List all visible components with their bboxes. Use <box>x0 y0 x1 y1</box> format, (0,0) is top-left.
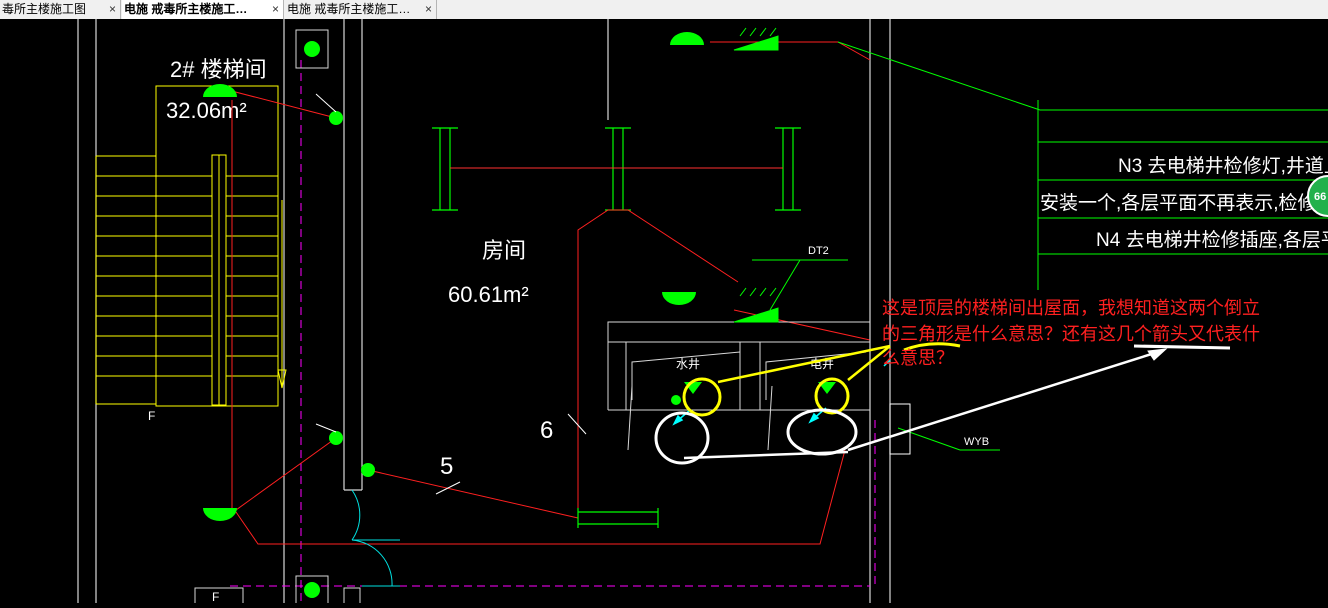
tab-floor-plan[interactable]: 毒所主楼施工图 × <box>0 0 121 19</box>
ceiling-light-icon <box>670 32 704 45</box>
tab-label: 电施 戒毒所主楼施工… <box>287 2 411 16</box>
mark-f2: F <box>212 590 219 603</box>
switch-icon <box>361 463 375 477</box>
lamp-icon <box>304 41 320 57</box>
cad-drawing-canvas[interactable]: 2# 楼梯间 32.06m² F 房间 60.61m² N3 去电梯井检修灯,井… <box>0 19 1328 607</box>
stair-label: 2# 楼梯间 <box>170 57 267 82</box>
wire-count-6: 6 <box>540 417 553 444</box>
room-label: 房间 <box>482 238 526 263</box>
tab-label: 毒所主楼施工图 <box>2 2 87 16</box>
water-shaft-label: 水井 <box>676 357 700 371</box>
question-annotation: 这是顶层的楼梯间出屋面，我想知道这两个倒立 的三角形是什么意思？还有这几个箭头又… <box>882 298 1260 368</box>
wire-tick <box>435 481 461 495</box>
stair-area: 32.06m² <box>166 98 247 123</box>
stair-treads <box>96 175 278 377</box>
note-n4: N4 去电梯井检修插座,各层平面不 <box>1096 229 1328 251</box>
wyb-label: WYB <box>964 436 989 448</box>
hatch-symbols <box>733 35 779 323</box>
close-icon[interactable]: × <box>425 0 432 18</box>
ceiling-light-icon <box>662 292 696 305</box>
highlight-circle <box>786 408 858 456</box>
document-tab-bar: 毒所主楼施工图 × 电施 戒毒所主楼施工… × 电施 戒毒所主楼施工… × <box>0 0 1328 20</box>
switch-icon <box>671 395 681 405</box>
mark-f1: F <box>148 409 155 423</box>
close-icon[interactable]: × <box>109 0 116 18</box>
ceiling-light-icon <box>203 508 237 521</box>
question-line-1: 这是顶层的楼梯间出屋面，我想知道这两个倒立 <box>882 298 1260 318</box>
badge-value: 66 <box>1314 191 1326 203</box>
dt2-label: DT2 <box>808 245 829 257</box>
door-swings <box>351 489 400 587</box>
close-icon[interactable]: × <box>272 0 279 18</box>
note-n3-line1: N3 去电梯井检修灯,井道上下 <box>1118 155 1328 177</box>
cad-drawing: 2# 楼梯间 32.06m² F 房间 60.61m² N3 去电梯井检修灯,井… <box>77 19 1328 607</box>
tab-electrical-active[interactable]: 电施 戒毒所主楼施工… × <box>122 0 284 19</box>
lamp-icon <box>304 582 320 598</box>
room-area: 60.61m² <box>448 282 529 307</box>
note-n3-line2: 安装一个,各层平面不再表示,检修灯为40 <box>1040 192 1328 214</box>
switch-leaders <box>315 93 337 433</box>
question-line-2: 的三角形是什么意思？还有这几个箭头又代表什 <box>882 324 1260 344</box>
hatch-ticks <box>739 27 777 297</box>
bench <box>577 508 659 528</box>
wire-tick <box>567 413 587 435</box>
wire-count-5: 5 <box>440 453 453 480</box>
stair <box>95 85 287 407</box>
switch-icon <box>329 431 343 445</box>
tab-electrical[interactable]: 电施 戒毒所主楼施工… × <box>285 0 437 19</box>
question-line-3: 么意思？ <box>882 348 954 368</box>
column-beams <box>432 127 801 211</box>
dashed-lines <box>230 60 876 603</box>
tab-label: 电施 戒毒所主楼施工… <box>124 2 248 16</box>
switch-icon <box>329 111 343 125</box>
